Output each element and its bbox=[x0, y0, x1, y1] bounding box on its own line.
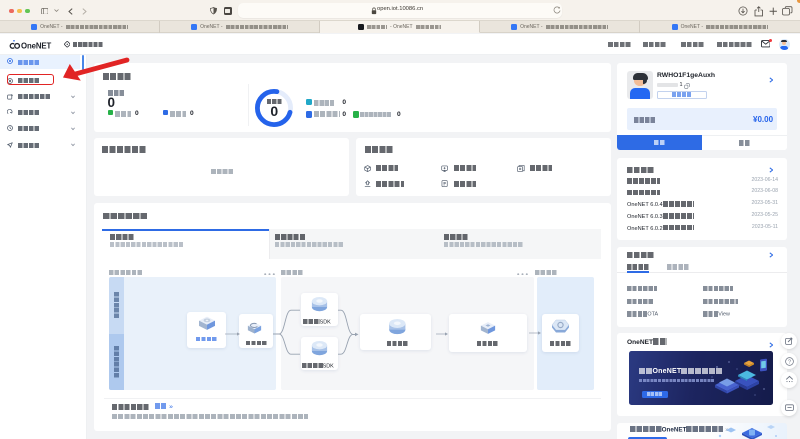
svg-text:OneNET: OneNET bbox=[21, 41, 51, 49]
svg-text:?: ? bbox=[788, 359, 791, 365]
